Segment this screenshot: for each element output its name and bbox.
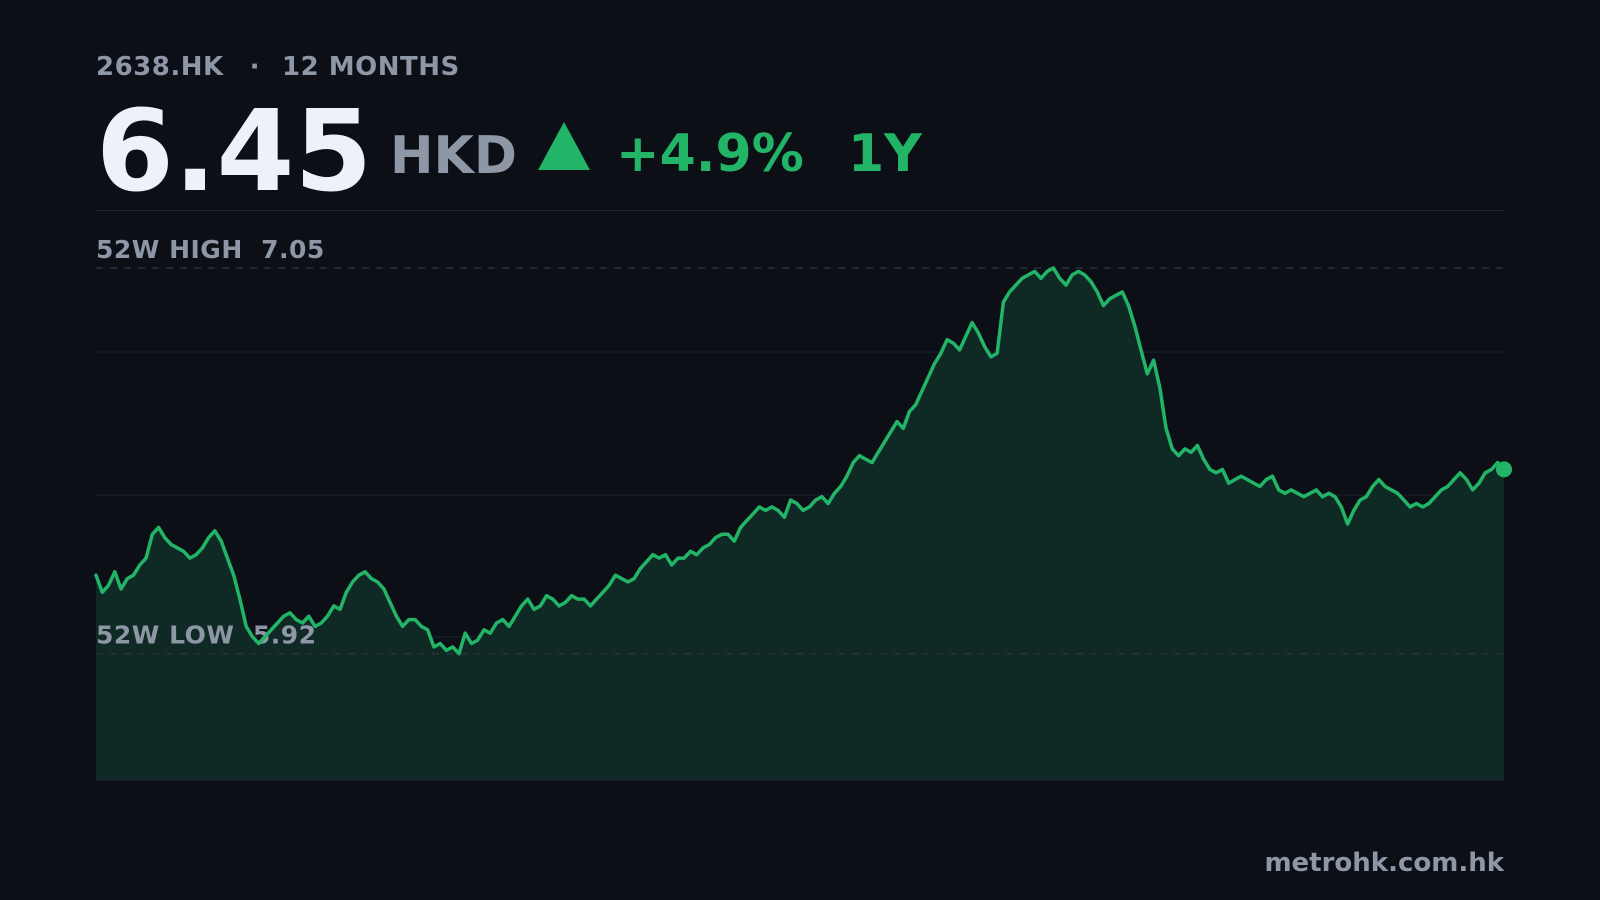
low-reference-label: 52W LOW 5.92 [96, 621, 317, 650]
price-chart: 52W HIGH 7.05 52W LOW 5.92 [94, 235, 1512, 781]
last-price-marker [1496, 461, 1512, 478]
high-reference-label: 52W HIGH 7.05 [96, 235, 325, 264]
source-credit: metrohk.com.hk [1264, 848, 1504, 878]
price-area [96, 268, 1504, 780]
